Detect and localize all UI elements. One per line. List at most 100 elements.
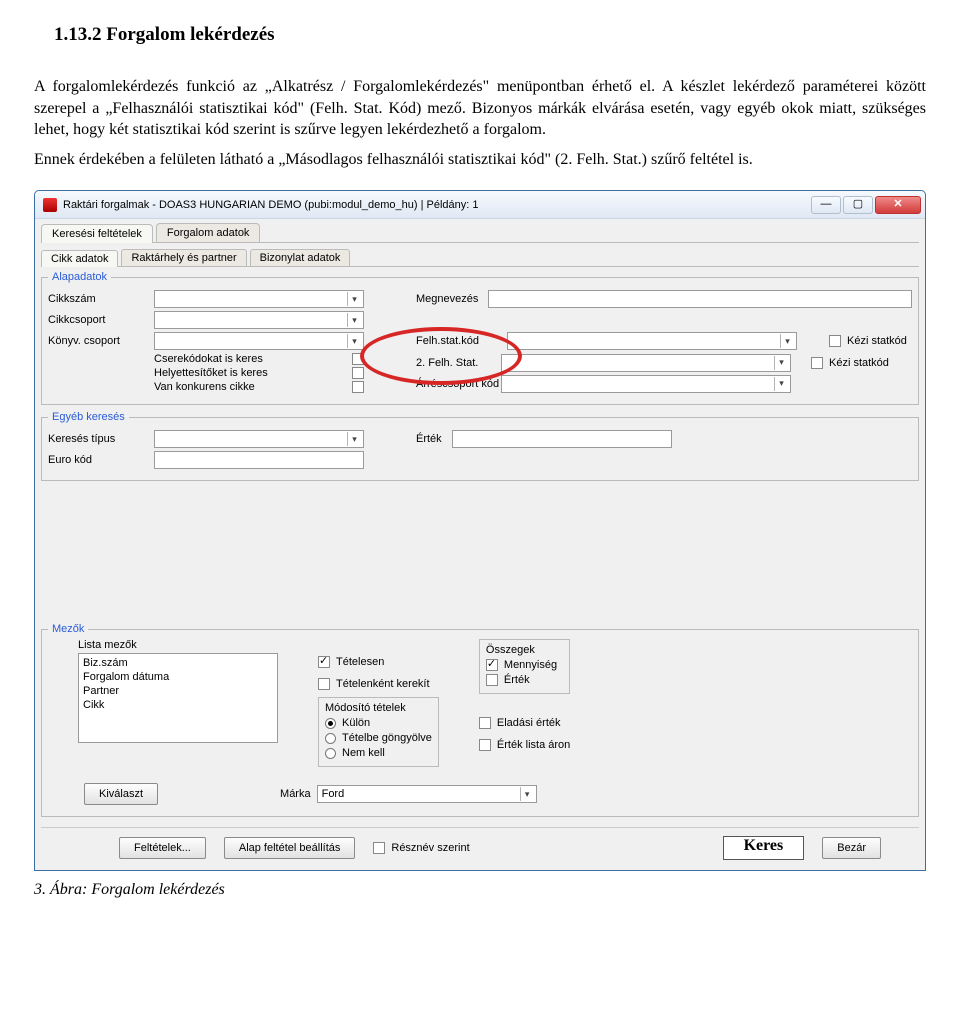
label-felhstat2: 2. Felh. Stat. [416, 357, 501, 369]
radio-nem-kell[interactable] [325, 748, 336, 759]
window-buttons: ― ▢ ✕ [811, 196, 921, 214]
label-resznev-szerint: Résznév szerint [391, 842, 469, 854]
chevron-down-icon: ▾ [347, 292, 361, 306]
label-ertek: Érték [416, 433, 442, 445]
checkbox-cserekodokat[interactable] [352, 353, 364, 365]
checkbox-mennyiseg[interactable] [486, 659, 498, 671]
label-cserekodokat: Cserekódokat is keres [154, 353, 263, 365]
label-osszegek: Összegek [486, 644, 563, 656]
alap-feltetel-button[interactable]: Alap feltétel beállítás [224, 837, 356, 859]
label-kezistatkod-1: Kézi statkód [847, 335, 907, 347]
label-helyettesitoket: Helyettesítőket is keres [154, 367, 268, 379]
chevron-down-icon: ▾ [520, 787, 534, 801]
radio-kulon[interactable] [325, 718, 336, 729]
input-megnevezes[interactable] [488, 290, 912, 308]
combo-marka[interactable]: Ford ▾ [317, 785, 537, 803]
keres-button[interactable]: Keres [723, 836, 805, 860]
list-item[interactable]: Forgalom dátuma [83, 670, 273, 684]
chevron-down-icon: ▾ [347, 334, 361, 348]
label-konkurens: Van konkurens cikke [154, 381, 255, 393]
doc-heading: 1.13.2 Forgalom lekérdezés [54, 24, 926, 46]
checkbox-resznev-szerint[interactable] [373, 842, 385, 854]
marka-value: Ford [322, 788, 345, 800]
list-item[interactable]: Biz.szám [83, 656, 273, 670]
legend-mezok: Mezők [48, 623, 88, 635]
label-arrescsoport: Árréscsoport kód [416, 378, 501, 390]
label-kulon: Külön [342, 717, 370, 729]
radio-tetelbe-gongyolve[interactable] [325, 733, 336, 744]
combo-cikkcsoport[interactable]: ▾ [154, 311, 364, 329]
label-ertek-chk: Érték [504, 674, 530, 686]
combo-arrescsoport[interactable]: ▾ [501, 375, 791, 393]
label-tetelesen: Tételesen [336, 656, 384, 668]
checkbox-helyettesitoket[interactable] [352, 367, 364, 379]
tabs-sub: Cikk adatok Raktárhely és partner Bizony… [41, 249, 919, 267]
input-euro-kod[interactable] [154, 451, 364, 469]
chevron-down-icon: ▾ [347, 432, 361, 446]
window-titlebar: Raktári forgalmak - DOAS3 HUNGARIAN DEMO… [35, 191, 925, 219]
label-konyv-csoport: Könyv. csoport [48, 335, 148, 347]
figure-caption: 3. Ábra: Forgalom lekérdezés [34, 881, 926, 899]
label-kezistatkod-2: Kézi statkód [829, 357, 889, 369]
listbox-lista-mezok[interactable]: Biz.szám Forgalom dátuma Partner Cikk [78, 653, 278, 743]
label-euro-kod: Euro kód [48, 454, 148, 466]
checkbox-kezistatkod-1[interactable] [829, 335, 841, 347]
group-alapadatok: Alapadatok Cikkszám ▾ Megnevezés Cikkcso… [41, 271, 919, 405]
checkbox-kezistatkod-2[interactable] [811, 357, 823, 369]
chevron-down-icon: ▾ [774, 356, 788, 370]
tab-bizonylat-adatok[interactable]: Bizonylat adatok [250, 249, 351, 266]
label-megnevezes: Megnevezés [416, 293, 478, 305]
label-tetelbe-gongyolve: Tételbe göngyölve [342, 732, 432, 744]
tabs-top: Keresési feltételek Forgalom adatok [41, 223, 919, 243]
label-modosito-tetelek: Módosító tételek [325, 702, 432, 714]
legend-egyeb: Egyéb keresés [48, 411, 129, 423]
label-cikkcsoport: Cikkcsoport [48, 314, 148, 326]
label-nem-kell: Nem kell [342, 747, 385, 759]
combo-kereses-tipus[interactable]: ▾ [154, 430, 364, 448]
chevron-down-icon: ▾ [347, 313, 361, 327]
group-osszegek: Összegek Mennyiség Érték [479, 639, 570, 694]
list-item[interactable]: Cikk [83, 698, 273, 712]
bezar-button[interactable]: Bezár [822, 837, 881, 859]
label-ertek-lista-aron: Érték lista áron [497, 739, 570, 751]
app-icon [43, 198, 57, 212]
checkbox-ertek[interactable] [486, 674, 498, 686]
doc-paragraph-1: A forgalomlekérdezés funkció az „Alkatré… [34, 76, 926, 141]
label-cikkszam: Cikkszám [48, 293, 148, 305]
combo-felhstat2[interactable]: ▾ [501, 354, 791, 372]
legend-alapadatok: Alapadatok [48, 271, 111, 283]
combo-cikkszam[interactable]: ▾ [154, 290, 364, 308]
label-kereses-tipus: Keresés típus [48, 433, 148, 445]
combo-konyv-csoport[interactable]: ▾ [154, 332, 364, 350]
chevron-down-icon: ▾ [780, 334, 794, 348]
label-marka: Márka [280, 788, 311, 800]
label-eladasi-ertek: Eladási érték [497, 717, 561, 729]
close-button[interactable]: ✕ [875, 196, 921, 214]
label-felhstat: Felh.stat.kód [416, 335, 501, 347]
kivalaszt-button[interactable]: Kiválaszt [84, 783, 158, 805]
checkbox-eladasi-ertek[interactable] [479, 717, 491, 729]
label-tetelenkent-kerekit: Tételenként kerekít [336, 678, 430, 690]
list-item[interactable]: Partner [83, 684, 273, 698]
minimize-button[interactable]: ― [811, 196, 841, 214]
tab-keresesi-feltetelek[interactable]: Keresési feltételek [41, 224, 153, 243]
input-ertek[interactable] [452, 430, 672, 448]
tab-cikk-adatok[interactable]: Cikk adatok [41, 250, 118, 267]
app-window: Raktári forgalmak - DOAS3 HUNGARIAN DEMO… [34, 190, 926, 871]
checkbox-tetelenkent-kerekit[interactable] [318, 678, 330, 690]
checkbox-tetelesen[interactable] [318, 656, 330, 668]
label-mennyiseg: Mennyiség [504, 659, 557, 671]
combo-felhstat[interactable]: ▾ [507, 332, 797, 350]
chevron-down-icon: ▾ [774, 377, 788, 391]
group-modosito-tetelek: Módosító tételek Külön Tételbe göngyölve… [318, 697, 439, 767]
maximize-button[interactable]: ▢ [843, 196, 873, 214]
checkbox-konkurens[interactable] [352, 381, 364, 393]
doc-paragraph-2: Ennek érdekében a felületen látható a „M… [34, 149, 926, 171]
tab-raktarhely-partner[interactable]: Raktárhely és partner [121, 249, 246, 266]
bottom-bar: Feltételek... Alap feltétel beállítás Ré… [41, 827, 919, 860]
group-egyeb-kereses: Egyéb keresés Keresés típus ▾ Érték Euro… [41, 411, 919, 481]
tab-forgalom-adatok[interactable]: Forgalom adatok [156, 223, 261, 242]
checkbox-ertek-lista-aron[interactable] [479, 739, 491, 751]
group-mezok: Mezők Lista mezők Biz.szám Forgalom dátu… [41, 623, 919, 817]
feltetelek-button[interactable]: Feltételek... [119, 837, 206, 859]
